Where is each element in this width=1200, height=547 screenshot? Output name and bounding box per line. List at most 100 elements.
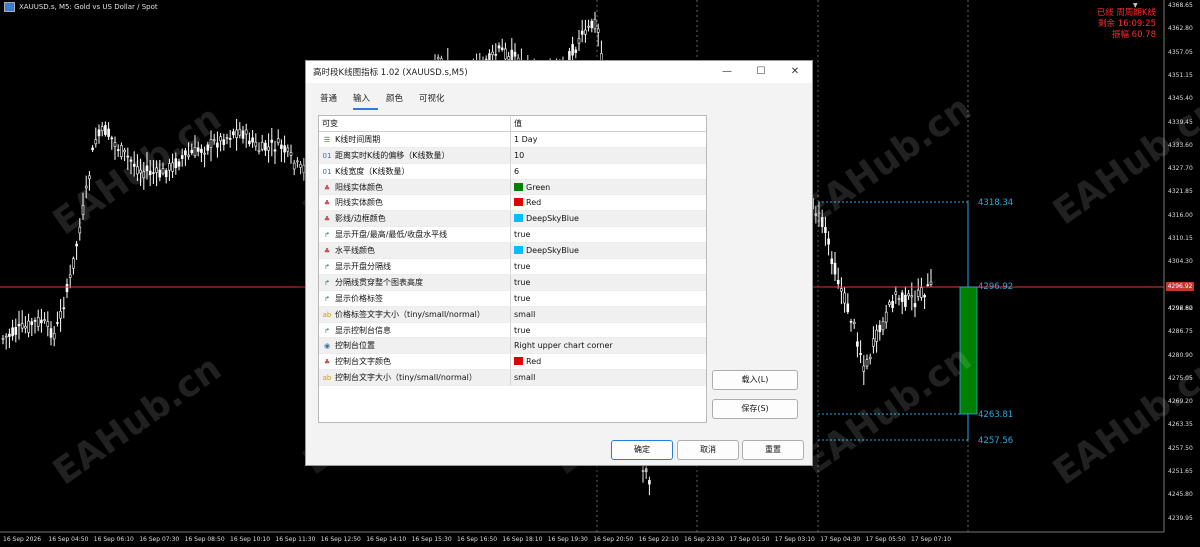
close-button[interactable]: ✕ [778,61,812,83]
param-name-cell: ↱ 显示控制台信息 [319,322,511,339]
param-value-cell[interactable]: Red [510,194,706,212]
candle-body [216,142,219,148]
candle-body [827,238,830,245]
candle-body [20,323,24,329]
load-button[interactable]: 载入(L) [712,370,798,390]
param-row[interactable]: ↱ 显示开盘分隔线 true [319,258,706,275]
param-value-cell[interactable]: true [510,290,706,307]
param-value-cell[interactable]: true [510,322,706,339]
param-row[interactable]: ab 控制台文字大小（tiny/small/normal） small [319,369,706,387]
param-value: Red [526,198,542,208]
param-row[interactable]: ab 价格标签文字大小（tiny/small/normal） small [319,306,706,323]
param-value-cell[interactable]: true [510,274,706,291]
candle-body [436,57,440,60]
candle-body [155,167,158,173]
toggle-icon: ↱ [324,278,330,287]
tab-visualization[interactable]: 可视化 [419,89,453,110]
candle-body [8,333,11,337]
param-value-cell[interactable]: Green [510,179,706,196]
param-value: true [514,277,531,287]
candle-body [212,139,216,142]
panel-line-3: 振幅 60.78 [1111,30,1156,40]
cancel-button[interactable]: 取消 [677,440,739,460]
param-value-cell[interactable]: 10 [510,147,706,164]
current-price-tag: 4296.92 [1166,282,1194,291]
param-name: 控制台文字大小（tiny/small/normal） [335,373,477,383]
tab-colors[interactable]: 颜色 [386,89,411,110]
param-row[interactable]: 01 K线宽度（K线数量） 6 [319,163,706,180]
param-row[interactable]: ♣ 控制台文字颜色 Red [319,353,706,371]
param-name-cell: ↱ 显示开盘分隔线 [319,258,511,275]
param-value-cell[interactable]: 6 [510,163,706,180]
time-tick-label: 16 Sep 07:30 [139,536,180,543]
candle-body [584,29,587,35]
inputs-grid[interactable]: 可变 值 ☰ K线时间周期 1 Day 01 距离实时K线的偏移（K线数量） 10 01 K线… [318,115,707,423]
param-row[interactable]: ↱ 显示价格标签 true [319,290,706,307]
time-tick-label: 16 Sep 19:30 [547,536,588,543]
time-tick-label: 16 Sep 11:30 [275,536,316,543]
param-value-cell[interactable]: DeepSkyBlue [510,242,706,260]
candle-body [139,169,142,174]
param-row[interactable]: ♣ 水平线颜色 DeepSkyBlue [319,242,706,260]
candle-body [913,303,917,308]
param-row[interactable]: ↱ 显示开盘/最高/最低/收盘水平线 true [319,226,706,244]
param-row[interactable]: 01 距离实时K线的偏移（K线数量） 10 [319,147,706,164]
param-row[interactable]: ☰ K线时间周期 1 Day [319,131,706,148]
param-value-cell[interactable]: true [510,226,706,244]
time-tick-label: 16 Sep 23:30 [684,536,725,543]
param-row[interactable]: ♣ 阳线实体颜色 Green [319,179,706,196]
dialog-title: 高时段K线图指标 1.02 (XAUUSD.s,M5) [313,68,468,78]
param-name: 显示开盘分隔线 [335,261,391,271]
time-tick-label: 17 Sep 05:50 [865,536,906,543]
candle-body [248,140,251,145]
param-name-cell: 01 距离实时K线的偏移（K线数量） [319,147,511,164]
candle-body [884,311,888,323]
candle-body [68,274,72,278]
time-tick-label: 16 Sep 2026 [3,536,42,543]
chart-title-text: XAUUSD.s, M5: Gold vs US Dollar / Spot [19,3,158,11]
time-tick-label: 17 Sep 01:50 [729,536,770,543]
tab-inputs[interactable]: 输入 [353,89,379,110]
param-value-cell[interactable]: small [510,306,706,323]
param-name-cell: ♣ 影线/边框颜色 [319,210,511,228]
param-row[interactable]: ↱ 显示控制台信息 true [319,322,706,339]
candle-body [513,51,517,57]
param-name-cell: ab 控制台文字大小（tiny/small/normal） [319,369,511,387]
candle-body [296,160,299,163]
candle-body [152,172,155,174]
param-row[interactable]: ◉ 控制台位置 Right upper chart corner [319,337,706,355]
param-name-cell: ♣ 阴线实体颜色 [319,194,511,212]
maximize-button[interactable]: ☐ [744,61,778,83]
minimize-button[interactable]: — [710,61,744,83]
param-row[interactable]: ♣ 影线/边框颜色 DeepSkyBlue [319,210,706,228]
number-icon: 01 [322,167,332,176]
param-row[interactable]: ↱ 分隔线贯穿整个图表高度 true [319,274,706,291]
save-button[interactable]: 保存(S) [712,399,798,419]
candle-body [814,213,818,216]
ok-button[interactable]: 确定 [611,440,673,460]
param-value-cell[interactable]: true [510,258,706,275]
param-value-cell[interactable]: Red [510,353,706,371]
candle-body [52,333,56,340]
param-value-cell[interactable]: small [510,369,706,387]
price-tick-label: 4327.70 [1168,165,1193,173]
price-tick-label: 4304.30 [1168,258,1193,266]
candle-body [596,28,600,33]
candle-body [916,289,920,297]
param-name: 显示控制台信息 [335,325,391,335]
dialog-titlebar[interactable]: 高时段K线图指标 1.02 (XAUUSD.s,M5) — ☐ ✕ [306,61,812,83]
reset-button[interactable]: 重置 [742,440,804,460]
param-value-cell[interactable]: 1 Day [510,131,706,148]
candle-body [264,142,267,151]
tab-common[interactable]: 普通 [320,89,345,110]
param-row[interactable]: ♣ 阴线实体颜色 Red [319,194,706,212]
param-name: K线宽度（K线数量） [335,166,410,176]
candle-body [116,149,120,151]
time-tick-label: 17 Sep 07:10 [911,536,952,543]
candle-body [123,149,126,153]
candle-body [196,147,200,152]
param-value-cell[interactable]: DeepSkyBlue [510,210,706,228]
candle-body [24,325,27,329]
candle-body [872,338,875,347]
param-value-cell[interactable]: Right upper chart corner [510,337,706,355]
